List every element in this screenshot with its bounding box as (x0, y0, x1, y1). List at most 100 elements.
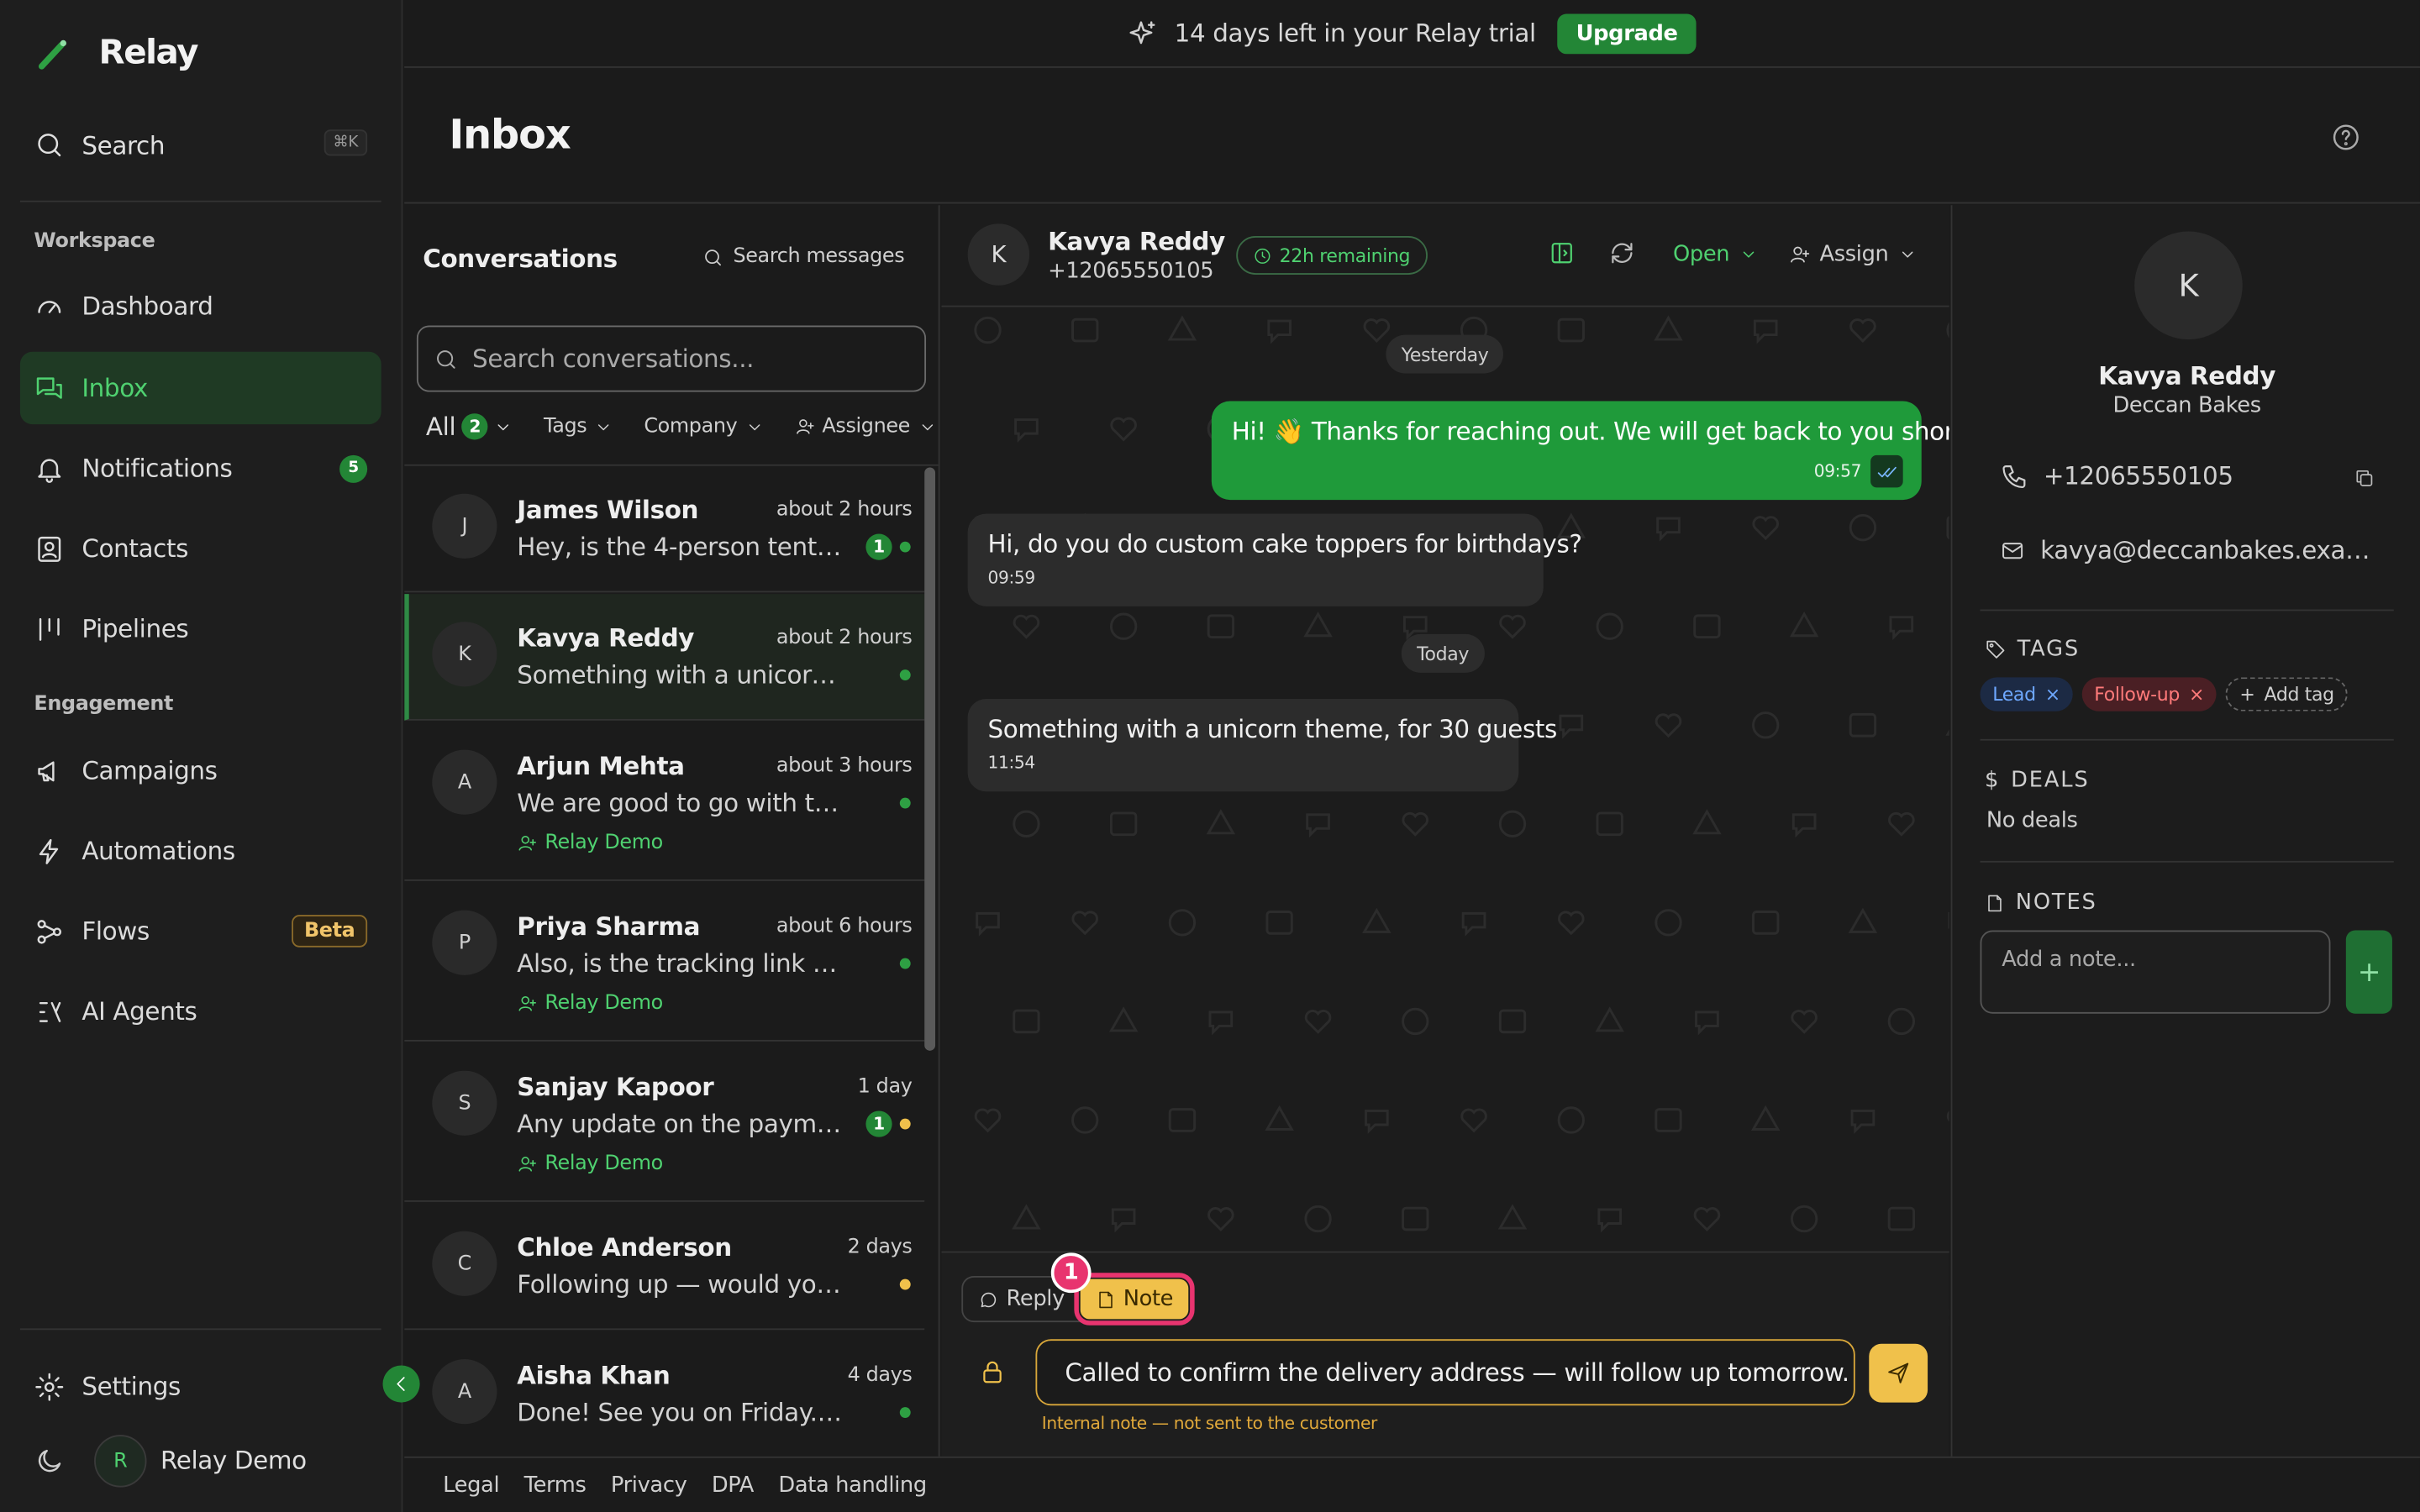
conversation-item[interactable]: P Priya Sharma about 6 hours Also, is the t… (404, 883, 925, 1042)
help-icon[interactable] (2330, 122, 2361, 153)
wallpaper-doodle (1071, 1106, 1099, 1134)
wallpaper-doodle (1595, 1006, 1624, 1032)
user-avatar[interactable]: R (94, 1435, 147, 1488)
wallpaper-doodle (1946, 516, 1949, 540)
status-dot (899, 1407, 911, 1418)
status-label: Open (1673, 242, 1730, 267)
sidebar-item-contacts[interactable]: Contacts (20, 512, 381, 585)
footer-link-legal[interactable]: Legal (443, 1473, 499, 1497)
assign-dropdown[interactable]: Assign (1789, 242, 1917, 267)
footer-link-data-handling[interactable]: Data handling (778, 1473, 927, 1497)
wallpaper-doodle (1693, 1207, 1721, 1231)
conversation-name: Arjun Mehta (517, 751, 685, 781)
add-tag-button[interactable]: + Add tag (2225, 677, 2349, 711)
window-remaining-text: 22h remaining (1279, 244, 1411, 266)
filter-tags[interactable]: Tags (544, 415, 613, 438)
wallpaper-doodle (1946, 1110, 1949, 1122)
wallpaper-doodle (1402, 1206, 1429, 1231)
note-tab[interactable]: Note (1073, 1273, 1195, 1326)
conversation-list-scrollbar[interactable] (924, 467, 936, 1051)
tag-chip[interactable]: Follow-up × (2081, 677, 2217, 711)
tag-chip[interactable]: Lead × (1980, 677, 2073, 711)
sidebar-item-inbox[interactable]: Inbox (19, 351, 381, 425)
contact-avatar[interactable]: K (967, 223, 1030, 286)
message-input[interactable]: Called to confirm the delivery address —… (1035, 1339, 1855, 1406)
sidebar-item-flows[interactable]: Flows Beta (20, 895, 381, 967)
sidebar-search[interactable]: Search ⌘K (34, 125, 368, 165)
sidebar-item-pipelines[interactable]: Pipelines (20, 592, 381, 664)
tags-section-heading: TAGS (1985, 638, 2080, 662)
filter-company[interactable]: Company (644, 415, 763, 438)
day-separator-yesterday: Yesterday (1386, 334, 1504, 374)
user-plus-icon (1789, 244, 1811, 265)
chevron-down-icon (1739, 245, 1757, 264)
flow-icon (34, 916, 65, 947)
status-dot (899, 958, 911, 969)
copy-icon[interactable] (2354, 468, 2375, 490)
user-icon (517, 1154, 537, 1174)
chevron-down-icon (1897, 245, 1916, 264)
footer-link-dpa[interactable]: DPA (712, 1473, 755, 1497)
theme-toggle-moon-icon[interactable] (34, 1446, 65, 1477)
window-remaining-badge: 22h remaining (1236, 236, 1428, 275)
footer-link-terms[interactable]: Terms (524, 1473, 587, 1497)
chevron-down-icon (595, 417, 613, 436)
sidebar-item-campaigns[interactable]: Campaigns (20, 734, 381, 806)
wallpaper-doodle (1168, 1108, 1197, 1132)
conversation-item[interactable]: C Chloe Anderson 2 days Following up — woul… (404, 1204, 925, 1331)
wallpaper-doodle (1109, 811, 1138, 837)
add-note-input[interactable]: Add a note... (1980, 930, 2331, 1014)
chat-bubble-icon (978, 1289, 998, 1310)
status-dropdown[interactable]: Open (1673, 242, 1757, 267)
tag-label: Follow-up (2094, 683, 2181, 706)
dollar-icon: $ (1985, 768, 2001, 794)
sidebar-item-ai-agents[interactable]: AI Agents (20, 975, 381, 1047)
search-messages-button[interactable]: Search messages (702, 245, 905, 269)
wallpaper-doodle (1596, 612, 1623, 640)
divider (1980, 609, 2394, 612)
conversation-preview: Something with a unicorn theme, for 30 g… (517, 660, 849, 690)
sidebar-item-settings[interactable]: Settings (20, 1350, 381, 1422)
conversation-item[interactable]: S Sanjay Kapoor 1 day Any update on the pay… (404, 1043, 925, 1202)
sidebar-item-notifications[interactable]: Notifications 5 (20, 432, 381, 504)
conversations-panel: Conversations Search messages Search con… (404, 205, 940, 1457)
brand[interactable]: Relay (34, 34, 198, 72)
wallpaper-doodle (1365, 1109, 1389, 1134)
status-dot (899, 541, 911, 553)
contact-name[interactable]: Kavya Reddy (1048, 227, 1225, 256)
wallpaper-doodle (1071, 911, 1099, 936)
wallpaper-doodle (1206, 809, 1236, 835)
upgrade-button[interactable]: Upgrade (1557, 13, 1697, 54)
add-note-button[interactable]: + (2345, 930, 2392, 1014)
conversation-item[interactable]: K Kavya Reddy about 2 hours Something with … (404, 594, 925, 721)
refresh-icon[interactable] (1608, 239, 1636, 267)
wallpaper-doodle (1692, 809, 1722, 835)
footer-link-privacy[interactable]: Privacy (611, 1473, 687, 1497)
close-icon[interactable]: × (2045, 684, 2060, 706)
conversation-avatar: P (432, 910, 497, 975)
toggle-panel-icon[interactable] (1548, 239, 1576, 267)
notifications-badge: 5 (339, 454, 368, 482)
contact-phone: +12065550105 (2043, 461, 2233, 491)
user-name[interactable]: Relay Demo (160, 1446, 307, 1475)
sparkles-icon (1128, 18, 1160, 49)
send-button[interactable] (1869, 1343, 1928, 1403)
search-conversations-input[interactable]: Search conversations... (416, 325, 927, 392)
contact-name: Kavya Reddy (2098, 360, 2275, 391)
filter-all[interactable]: All 2 (426, 412, 513, 441)
clock-icon (1253, 246, 1271, 265)
sidebar-divider (19, 1328, 381, 1331)
sidebar-item-automations[interactable]: Automations (20, 815, 381, 887)
search-conversations-placeholder: Search conversations... (472, 344, 755, 374)
sidebar-item-label: Settings (82, 1371, 181, 1401)
close-icon[interactable]: × (2189, 684, 2204, 706)
conversation-item[interactable]: A Arjun Mehta about 3 hours We are good to … (404, 722, 925, 881)
sidebar-item-dashboard[interactable]: Dashboard (20, 270, 381, 342)
wallpaper-doodle (1753, 319, 1778, 344)
collapse-sidebar-button[interactable] (382, 1365, 420, 1403)
conversation-time: 1 day (857, 1075, 913, 1099)
conversation-item[interactable]: A Aisha Khan 4 days Done! See you on Friday… (404, 1331, 925, 1457)
wallpaper-doodle (1887, 1206, 1916, 1231)
filter-assignee[interactable]: Assignee (794, 415, 936, 438)
conversation-item[interactable]: J James Wilson about 2 hours Hey, is the 4-… (404, 466, 925, 593)
